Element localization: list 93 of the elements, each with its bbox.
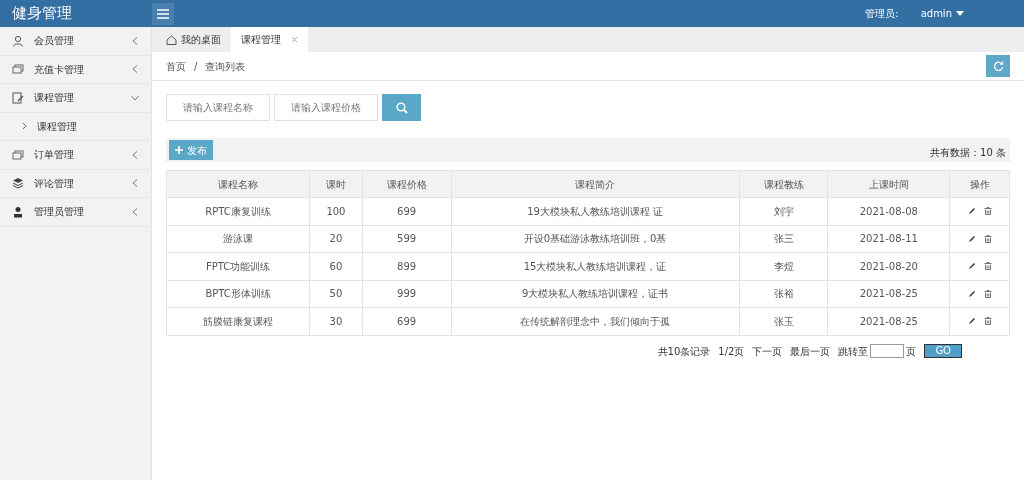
chevron-down-icon: [131, 93, 139, 102]
record-count: 共10条记录: [657, 344, 711, 359]
table-cell: 30: [309, 307, 363, 335]
tab[interactable]: 课程管理: [231, 27, 308, 52]
table-cell: 2021-08-08: [828, 197, 950, 225]
chevron-left-icon: [131, 179, 139, 188]
pencil-icon[interactable]: [967, 262, 976, 271]
table-cell: 19大模块私人教练培训课程 证: [451, 197, 740, 225]
jump-label: 跳转至: [838, 344, 869, 359]
table-cell: 699: [362, 197, 451, 225]
card-icon: [12, 63, 24, 76]
home-icon: [166, 34, 177, 45]
table-cell: 15大模块私人教练培训课程，证: [451, 252, 740, 280]
sidebar-item[interactable]: 管理员管理: [0, 198, 151, 227]
table-cell: 刘宇: [739, 197, 828, 225]
page-input[interactable]: [870, 344, 905, 358]
table-cell: 2021-08-11: [828, 225, 950, 253]
column-header: 课程价格: [362, 170, 451, 198]
table-cell: 699: [362, 307, 451, 335]
search-field[interactable]: 请输入课程名称: [166, 94, 270, 121]
user-icon: [12, 205, 24, 218]
search-field[interactable]: 请输入课程价格: [274, 94, 378, 121]
pencil-icon[interactable]: [967, 289, 976, 298]
layers-icon: [12, 177, 24, 190]
menu-button[interactable]: [152, 2, 174, 25]
chevron-left-icon: [131, 150, 139, 159]
table-cell: 张玉: [739, 307, 828, 335]
user-role-label: 管理员:: [865, 7, 899, 21]
sidebar-item[interactable]: 评论管理: [0, 169, 151, 198]
table-cell: 在传统解剖理念中，我们倾向于孤: [451, 307, 740, 335]
next-page-link[interactable]: 下一页: [752, 343, 783, 359]
column-header: 操作: [949, 170, 1010, 198]
menu-icon: [157, 8, 169, 19]
table-cell: RPTC康复训练: [166, 197, 310, 225]
table-cell: 60: [309, 252, 363, 280]
column-header: 课程教练: [739, 170, 828, 198]
column-header: 课时: [309, 170, 363, 198]
chevron-left-icon: [131, 36, 139, 45]
column-header: 上课时间: [828, 170, 950, 198]
caret-icon: [956, 11, 964, 16]
table-cell: 20: [309, 225, 363, 253]
table-cell: 筋膜链康复课程: [166, 307, 310, 335]
table-cell: 2021-08-25: [828, 307, 950, 335]
table-cell: 张裕: [739, 280, 828, 308]
trash-icon[interactable]: [983, 207, 992, 216]
table-cell: FPTC功能训练: [166, 252, 310, 280]
last-page-link[interactable]: 最后一页: [790, 343, 831, 359]
pencil-icon[interactable]: [967, 234, 976, 243]
tab[interactable]: 我的桌面: [156, 27, 231, 52]
person-icon: [12, 34, 24, 47]
table-cell: 张三: [739, 225, 828, 253]
table-cell: 2021-08-25: [828, 280, 950, 308]
trash-icon[interactable]: [983, 234, 992, 243]
edit-icon: [12, 91, 24, 104]
app-title: 健身管理: [11, 3, 73, 25]
sidebar-item[interactable]: 课程管理: [0, 84, 151, 113]
table-cell: 9大模块私人教练培训课程，证书: [451, 280, 740, 308]
chevron-left-icon: [131, 207, 139, 216]
table-cell: 2021-08-20: [828, 252, 950, 280]
table-cell: 李煜: [739, 252, 828, 280]
trash-icon[interactable]: [983, 262, 992, 271]
chevron-left-icon: [131, 65, 139, 74]
chevron-right-icon: [22, 122, 27, 131]
sidebar-subitem[interactable]: 课程管理: [0, 112, 151, 141]
refresh-icon: [992, 60, 1004, 72]
card-icon: [12, 148, 24, 161]
table-cell: 100: [309, 197, 363, 225]
table-cell: 开设0基础游泳教练培训班，0基: [451, 225, 740, 253]
trash-icon[interactable]: [983, 289, 992, 298]
column-header: 课程简介: [451, 170, 740, 198]
table-cell: 899: [362, 252, 451, 280]
page-unit-label: 页: [906, 344, 917, 359]
user-dropdown[interactable]: admin: [920, 6, 964, 21]
table-cell: BPTC形体训练: [166, 280, 310, 308]
table-cell: 游泳课: [166, 225, 310, 253]
sidebar-item[interactable]: 订单管理: [0, 141, 151, 170]
total-count: 共有数据：10 条: [930, 146, 1006, 160]
table-cell: 50: [309, 280, 363, 308]
column-header: 课程名称: [166, 170, 310, 198]
pencil-icon[interactable]: [967, 317, 976, 326]
page-indicator: 1/2页: [718, 344, 745, 359]
sidebar-item[interactable]: 会员管理: [0, 27, 151, 56]
breadcrumb-separator: /: [194, 59, 198, 74]
plus-icon: [175, 146, 183, 154]
breadcrumb-link[interactable]: 首页: [166, 58, 186, 74]
search-icon: [395, 101, 408, 114]
table-cell: 599: [362, 225, 451, 253]
refresh-button[interactable]: [986, 55, 1010, 77]
breadcrumb-current: 查询列表: [205, 59, 246, 74]
table-cell: 999: [362, 280, 451, 308]
pencil-icon[interactable]: [967, 207, 976, 216]
sidebar-item[interactable]: 充值卡管理: [0, 55, 151, 84]
trash-icon[interactable]: [983, 317, 992, 326]
